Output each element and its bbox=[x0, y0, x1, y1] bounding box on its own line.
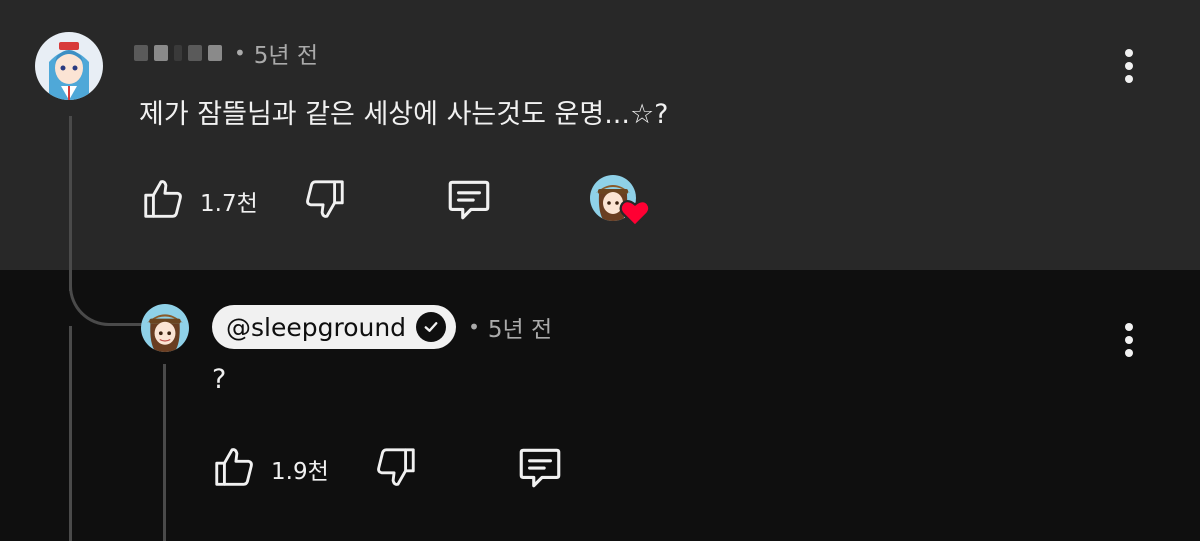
parent-comment-text: 제가 잠뜰님과 같은 세상에 사는것도 운명...☆? bbox=[139, 99, 669, 130]
parent-dislike-button[interactable] bbox=[302, 176, 348, 226]
creator-heart-badge bbox=[589, 175, 654, 228]
parent-comment-meta: • 5년 전 bbox=[134, 36, 318, 70]
reply-like-count: 1.9천 bbox=[271, 459, 329, 485]
parent-reply-button[interactable] bbox=[444, 174, 494, 228]
author-handle: @sleepground bbox=[226, 312, 407, 342]
thread-line-reply bbox=[163, 364, 166, 541]
reply-comment-meta: @sleepground • 5년 전 bbox=[212, 305, 552, 349]
redacted-username bbox=[134, 45, 222, 61]
parent-like-button[interactable]: 1.7천 bbox=[140, 176, 258, 226]
thumbs-down-icon bbox=[302, 176, 348, 226]
reply-comment-text: ? bbox=[212, 364, 227, 395]
reply-more-button[interactable] bbox=[1114, 318, 1144, 362]
thumbs-down-icon bbox=[373, 444, 419, 494]
reply-reply-button[interactable] bbox=[515, 442, 565, 496]
reply-author-avatar[interactable] bbox=[141, 304, 189, 352]
thumbs-up-icon bbox=[140, 176, 186, 226]
verified-check-icon bbox=[416, 312, 447, 342]
parent-action-row: 1.7천 bbox=[140, 174, 654, 228]
thumbs-up-icon bbox=[211, 444, 257, 494]
parent-time-ago: 5년 전 bbox=[253, 43, 319, 69]
meta-separator: • bbox=[234, 41, 246, 65]
thread-line-parent bbox=[69, 116, 72, 291]
more-vert-icon bbox=[1125, 49, 1133, 57]
reply-icon bbox=[515, 442, 565, 496]
reply-icon bbox=[444, 174, 494, 228]
thread-line-parent-continue bbox=[69, 326, 72, 541]
commenter-avatar[interactable] bbox=[35, 32, 103, 100]
parent-more-button[interactable] bbox=[1114, 44, 1144, 88]
reply-time-ago: 5년 전 bbox=[487, 317, 553, 343]
author-handle-badge[interactable]: @sleepground bbox=[212, 305, 457, 349]
reply-dislike-button[interactable] bbox=[373, 444, 419, 494]
creator-heart-icon bbox=[618, 197, 652, 233]
parent-like-count: 1.7천 bbox=[200, 191, 258, 217]
reply-like-button[interactable]: 1.9천 bbox=[211, 444, 329, 494]
reply-action-row: 1.9천 bbox=[211, 444, 565, 494]
more-vert-icon bbox=[1125, 323, 1133, 331]
meta-separator: • bbox=[468, 315, 480, 339]
